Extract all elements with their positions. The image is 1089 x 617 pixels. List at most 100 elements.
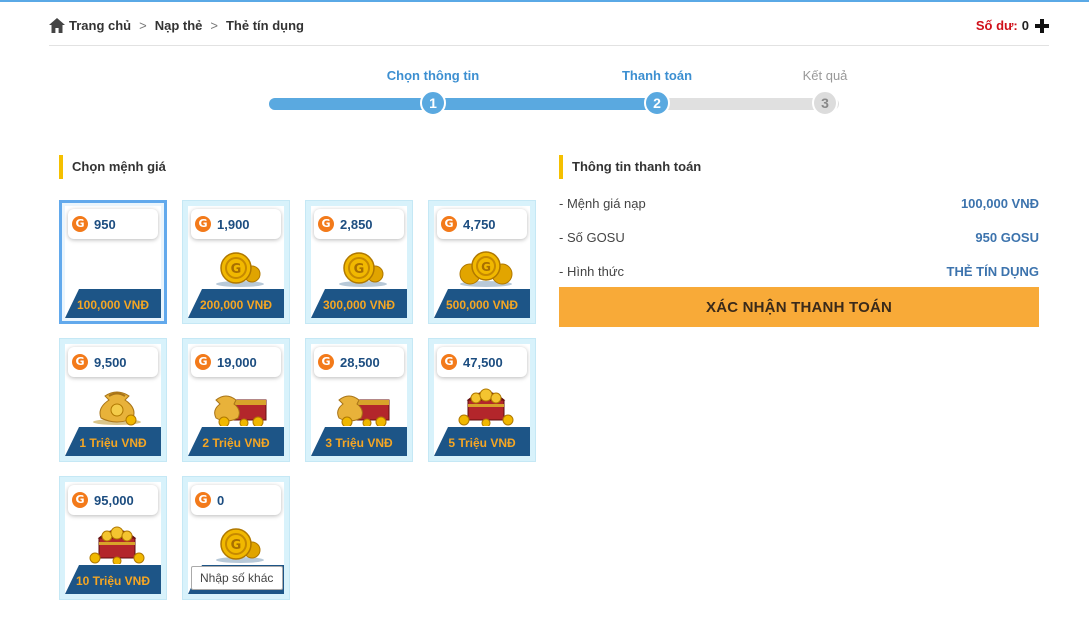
home-icon[interactable] bbox=[49, 18, 65, 33]
price-label: 2 Triệu VNĐ bbox=[202, 436, 270, 450]
gosu-amount: 95,000 bbox=[94, 492, 134, 508]
breadcrumb-separator: > bbox=[210, 18, 218, 33]
gosu-amount: 9,500 bbox=[94, 354, 127, 370]
gosu-amount: 2,850 bbox=[340, 216, 373, 232]
price-label: 3 Triệu VNĐ bbox=[325, 436, 393, 450]
treasure-chest-icon bbox=[89, 526, 145, 564]
denomination-card[interactable]: 9,500 1 Triệu VNĐ bbox=[59, 338, 167, 462]
breadcrumb: Trang chủ > Nạp thẻ > Thẻ tín dụng bbox=[49, 18, 304, 33]
denomination-card[interactable]: 4,750 G 500,000 VNĐ bbox=[428, 200, 536, 324]
denomination-card[interactable]: 2,850 G 300,000 VNĐ bbox=[305, 200, 413, 324]
info-label: - Số GOSU bbox=[559, 230, 625, 245]
gosu-pill: 28,500 bbox=[314, 347, 404, 377]
denomination-card[interactable]: 47,500 5 Triệu VNĐ bbox=[428, 338, 536, 462]
denomination-card[interactable]: 19,000 2 Triệu VNĐ bbox=[182, 338, 290, 462]
stepper-progress bbox=[269, 98, 657, 110]
bag-chest-icon bbox=[214, 395, 267, 426]
denomination-card[interactable]: 95,000 10 Triệu VNĐ bbox=[59, 476, 167, 600]
gosu-coin-icon bbox=[318, 216, 334, 232]
gosu-pill: 4,750 bbox=[437, 209, 527, 239]
svg-text:G: G bbox=[481, 260, 491, 274]
price-label: 5 Triệu VNĐ bbox=[448, 436, 516, 450]
card-body: 9,500 1 Triệu VNĐ bbox=[65, 344, 161, 456]
svg-text:G: G bbox=[354, 262, 365, 277]
confirm-payment-button[interactable]: XÁC NHẬN THANH TOÁN bbox=[559, 287, 1039, 327]
info-label: - Mệnh giá nạp bbox=[559, 196, 646, 211]
card-body: 950 100,000 VNĐ bbox=[65, 206, 161, 318]
info-row-method: - Hình thức THẺ TÍN DỤNG bbox=[559, 264, 1039, 279]
gosu-amount: 28,500 bbox=[340, 354, 380, 370]
step-dot-2: 2 bbox=[644, 90, 670, 116]
price-label: 200,000 VNĐ bbox=[199, 298, 273, 312]
step-label-result: Kết quả bbox=[802, 68, 848, 83]
step-dot-3: 3 bbox=[812, 90, 838, 116]
bag-chest-icon bbox=[337, 395, 390, 426]
coins-small-icon: G bbox=[339, 252, 387, 287]
info-row-gosu: - Số GOSU 950 GOSU bbox=[559, 230, 1039, 245]
gosu-coin-icon bbox=[72, 216, 88, 232]
denomination-card[interactable]: 950 100,000 VNĐ bbox=[59, 200, 167, 324]
denomination-card[interactable]: 28,500 3 Triệu VNĐ bbox=[305, 338, 413, 462]
price-label: 10 Triệu VNĐ bbox=[75, 574, 151, 588]
gosu-coin-icon bbox=[318, 354, 334, 370]
card-body: 0 G bbox=[188, 482, 284, 594]
coins-small-icon: G bbox=[216, 252, 264, 287]
gosu-coin-icon bbox=[441, 216, 457, 232]
breadcrumb-top-up[interactable]: Nạp thẻ bbox=[155, 18, 203, 33]
coins-icon: G bbox=[216, 528, 264, 563]
gosu-amount: 4,750 bbox=[463, 216, 496, 232]
info-value: THẺ TÍN DỤNG bbox=[946, 264, 1039, 279]
price-label: 500,000 VNĐ bbox=[445, 298, 519, 312]
breadcrumb-separator: > bbox=[139, 18, 147, 33]
gosu-pill: 9,500 bbox=[68, 347, 158, 377]
gosu-coin-icon bbox=[441, 354, 457, 370]
custom-amount-input[interactable] bbox=[191, 566, 283, 590]
top-bar: Trang chủ > Nạp thẻ > Thẻ tín dụng Số dư… bbox=[49, 18, 1049, 46]
gosu-pill: 2,850 bbox=[314, 209, 404, 239]
gosu-amount: 0 bbox=[217, 492, 225, 508]
card-body: 95,000 10 Triệu VNĐ bbox=[65, 482, 161, 594]
breadcrumb-credit-card: Thẻ tín dụng bbox=[225, 18, 304, 33]
gosu-pill: 950 bbox=[68, 209, 158, 239]
gold-bag-icon bbox=[93, 391, 141, 426]
gosu-amount: 1,900 bbox=[217, 216, 250, 232]
plus-icon[interactable] bbox=[1035, 18, 1049, 33]
price-label: 300,000 VNĐ bbox=[322, 298, 396, 312]
checkout-stepper: Chọn thông tin Thanh toán Kết quả 1 2 3 bbox=[269, 62, 847, 122]
card-body: 28,500 3 Triệu VNĐ bbox=[311, 344, 407, 456]
step-dot-1: 1 bbox=[420, 90, 446, 116]
gosu-amount: 950 bbox=[94, 216, 116, 232]
breadcrumb-home[interactable]: Trang chủ bbox=[69, 18, 131, 33]
denomination-title: Chọn mệnh giá bbox=[59, 155, 166, 179]
gosu-pill: 47,500 bbox=[437, 347, 527, 377]
gosu-coin-icon bbox=[195, 354, 211, 370]
svg-text:G: G bbox=[231, 538, 242, 553]
info-row-amount: - Mệnh giá nạp 100,000 VNĐ bbox=[559, 196, 1039, 211]
gosu-pill: 95,000 bbox=[68, 485, 158, 515]
treasure-chest-icon bbox=[458, 388, 514, 426]
balance-value: 0 bbox=[1021, 18, 1029, 33]
step-label-choose-info: Chọn thông tin bbox=[386, 68, 480, 83]
info-value: 950 GOSU bbox=[975, 230, 1039, 245]
gosu-coin-icon bbox=[72, 492, 88, 508]
card-body: 2,850 G 300,000 VNĐ bbox=[311, 206, 407, 318]
card-body: 1,900 G 200,000 VNĐ bbox=[188, 206, 284, 318]
card-body: 4,750 G 500,000 VNĐ bbox=[434, 206, 530, 318]
card-body: 19,000 2 Triệu VNĐ bbox=[188, 344, 284, 456]
denomination-card[interactable]: 1,900 G 200,000 VNĐ bbox=[182, 200, 290, 324]
gosu-pill: 1,900 bbox=[191, 209, 281, 239]
balance-label: Số dư: bbox=[975, 18, 1018, 33]
info-label: - Hình thức bbox=[559, 264, 625, 279]
denomination-card-custom[interactable]: 0 G bbox=[182, 476, 290, 600]
gosu-amount: 19,000 bbox=[217, 354, 257, 370]
card-body: 47,500 5 Triệu VNĐ bbox=[434, 344, 530, 456]
payment-info-title: Thông tin thanh toán bbox=[559, 155, 701, 179]
coins-stack-icon: G bbox=[459, 251, 513, 287]
gosu-coin-icon bbox=[72, 354, 88, 370]
step-label-payment: Thanh toán bbox=[621, 68, 693, 83]
gosu-coin-icon bbox=[195, 216, 211, 232]
stepper-track bbox=[269, 98, 839, 110]
info-value: 100,000 VNĐ bbox=[960, 196, 1039, 211]
price-label: 100,000 VNĐ bbox=[76, 298, 150, 312]
balance: Số dư: 0 bbox=[976, 18, 1049, 33]
